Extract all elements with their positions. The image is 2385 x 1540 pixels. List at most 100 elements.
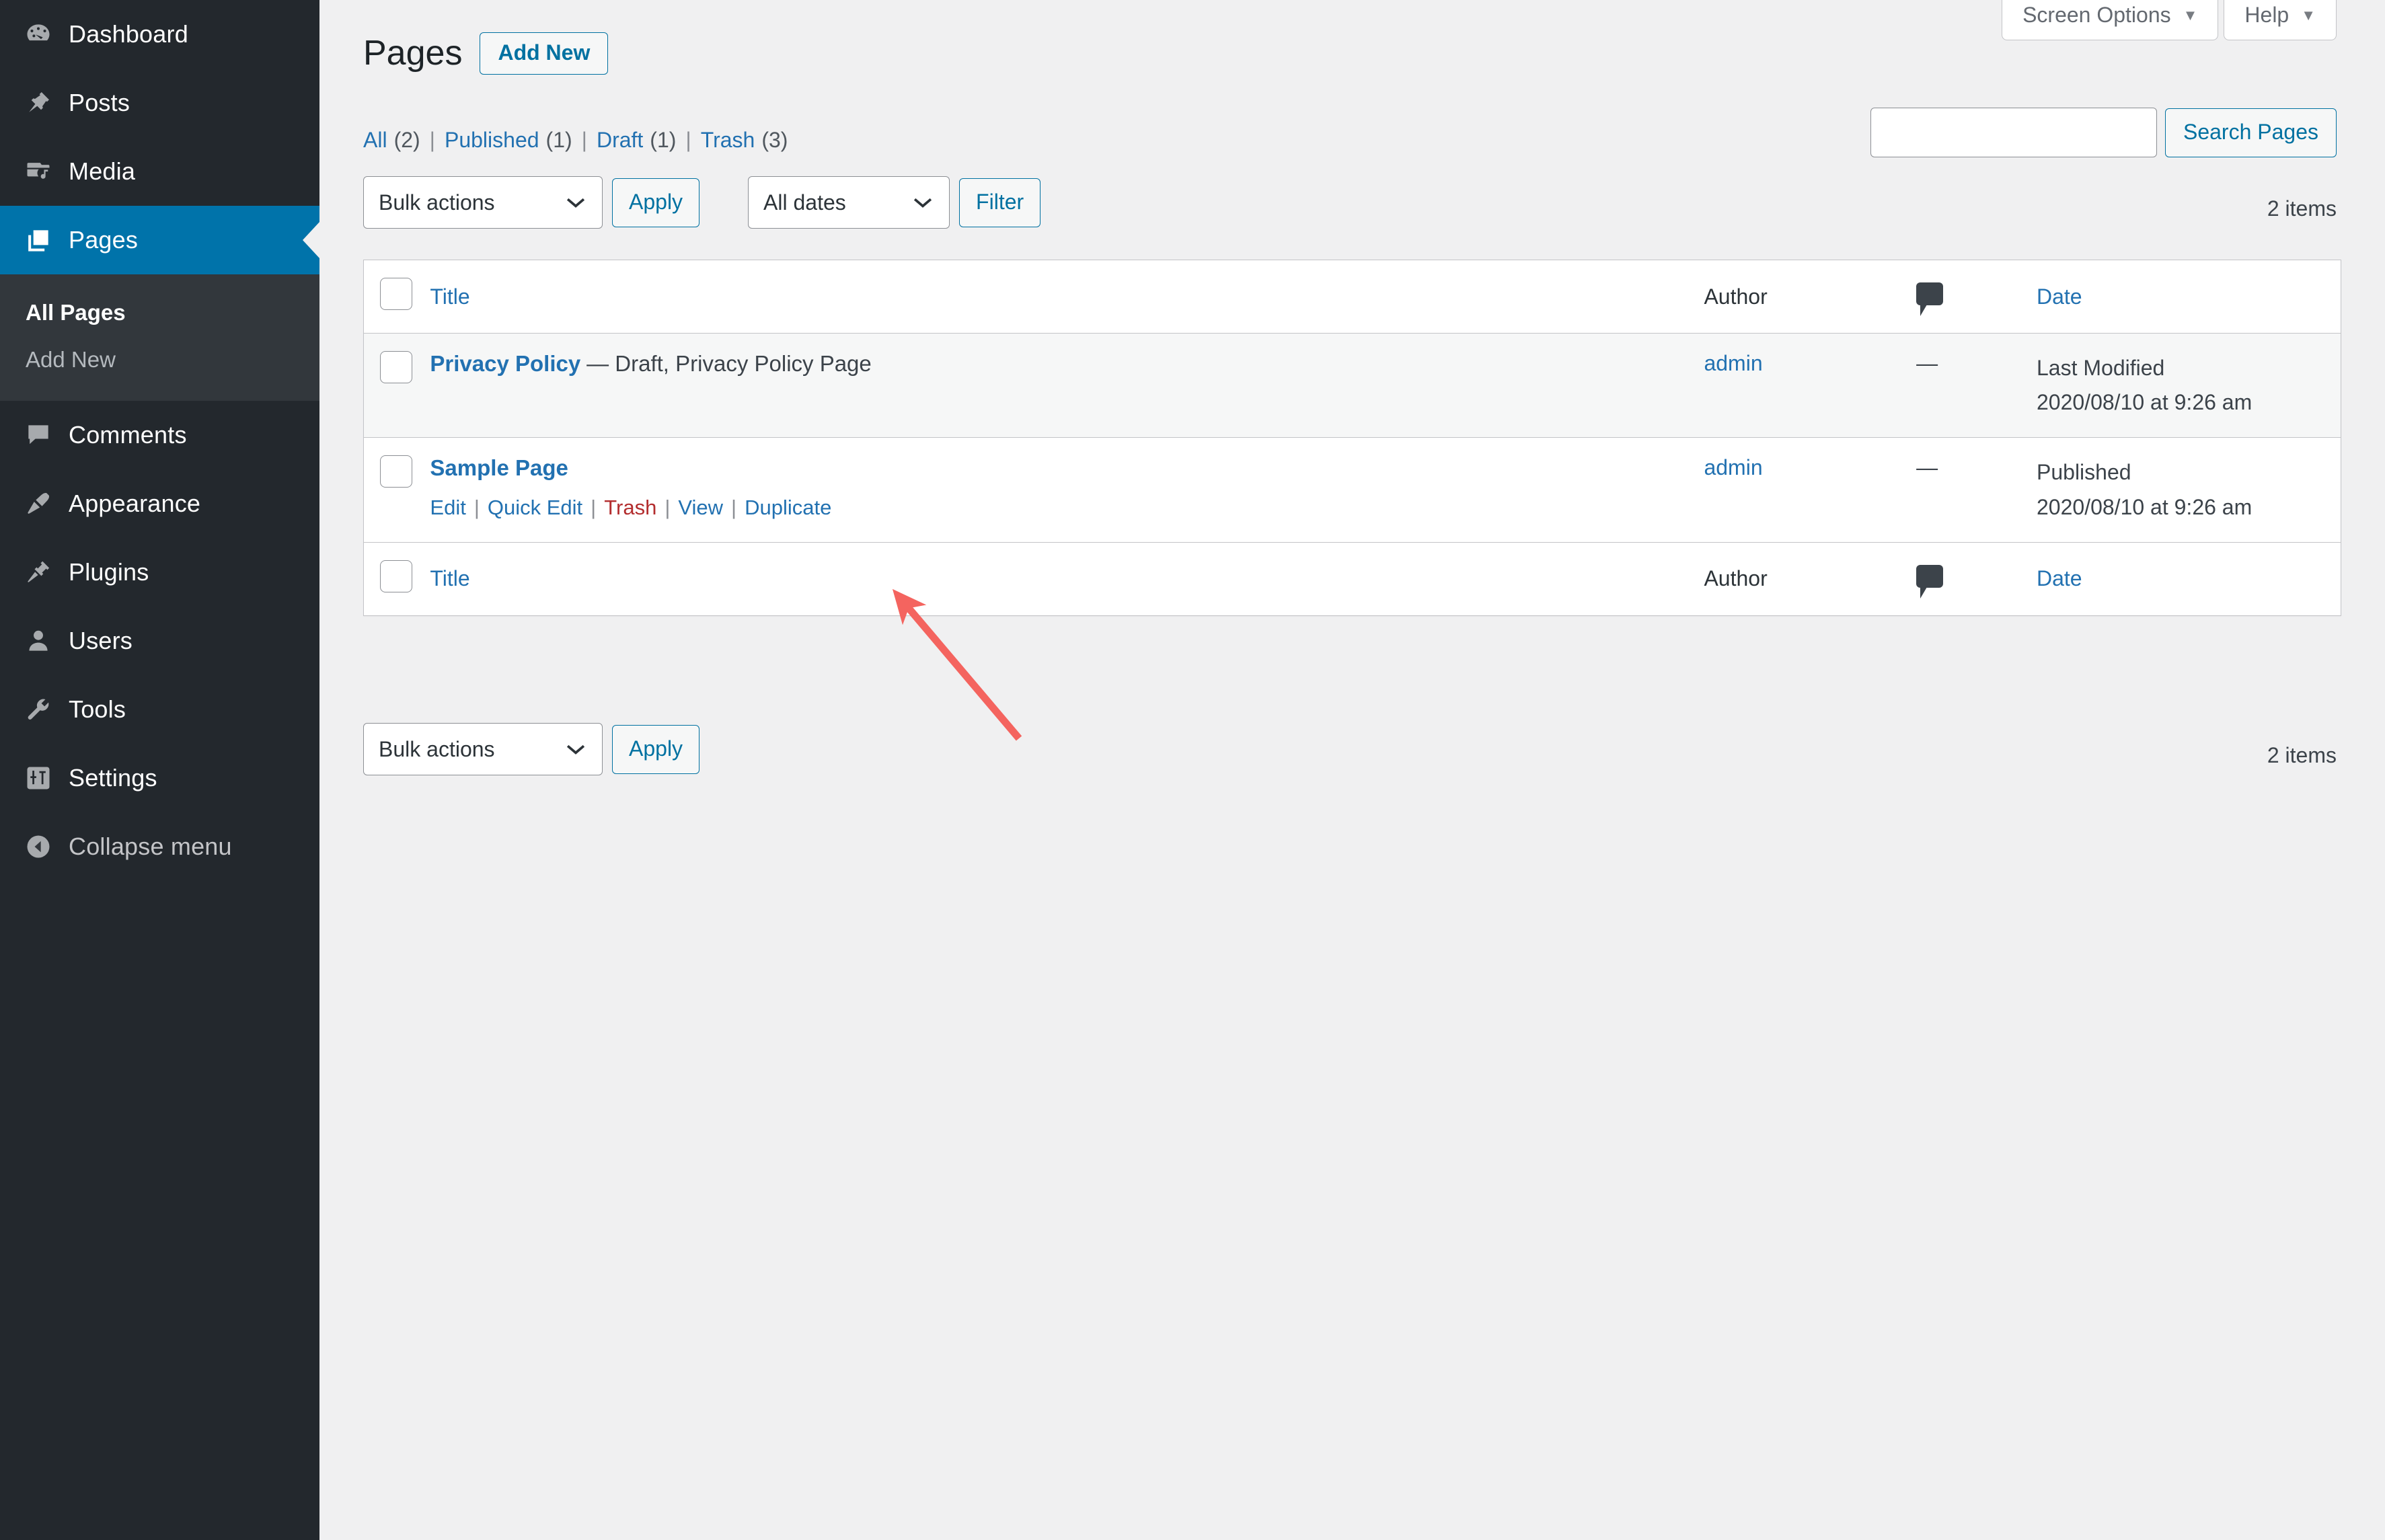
tablenav-actions-top: Bulk actions Apply All dates Filter	[363, 176, 1041, 229]
sort-title-link[interactable]: Title	[430, 284, 469, 309]
sidebar-item-label: Appearance	[69, 490, 201, 517]
view-separator: |	[429, 128, 435, 152]
row-comment-count: —	[1916, 351, 1938, 375]
row-checkbox-cell	[364, 438, 430, 542]
row-select-checkbox[interactable]	[380, 455, 412, 488]
column-footer-comments	[1916, 541, 2037, 616]
screen-options-button[interactable]: Screen Options ▼	[2002, 0, 2219, 40]
row-post-state: — Draft, Privacy Policy Page	[586, 351, 872, 376]
sidebar-item-label: Pages	[69, 226, 139, 254]
main-content: Screen Options ▼ Help ▼ Pages Add New Se…	[319, 0, 2385, 1540]
view-trash-count: (3)	[761, 128, 788, 152]
dashboard-icon	[17, 20, 59, 49]
sidebar-item-pages[interactable]: Pages	[0, 206, 319, 274]
apply-button-bottom[interactable]: Apply	[612, 724, 700, 774]
column-footer-date: Date	[2037, 541, 2341, 616]
sidebar-item-posts[interactable]: Posts	[0, 69, 319, 137]
select-all-checkbox[interactable]	[380, 278, 412, 310]
bulk-actions-select-top[interactable]: Bulk actions	[363, 176, 603, 229]
row-author-link[interactable]: admin	[1704, 455, 1762, 479]
row-title-cell: Sample Page Edit | Quick Edit | Trash | …	[430, 438, 1704, 542]
sidebar-item-label: Media	[69, 157, 136, 185]
screen-options-label: Screen Options	[2022, 3, 2171, 27]
row-select-checkbox[interactable]	[380, 351, 412, 383]
sidebar-item-label: Settings	[69, 764, 157, 792]
sidebar-subitem-all-pages[interactable]: All Pages	[0, 289, 319, 336]
tablenav-actions-bottom: Bulk actions Apply	[363, 723, 700, 775]
view-draft-link[interactable]: Draft	[597, 128, 643, 153]
sidebar-item-users[interactable]: Users	[0, 607, 319, 675]
column-header-title: Title	[430, 260, 1704, 334]
row-action-quick-edit[interactable]: Quick Edit	[488, 496, 582, 520]
sidebar-item-dashboard[interactable]: Dashboard	[0, 0, 319, 69]
row-date-value: 2020/08/10 at 9:26 am	[2037, 390, 2252, 415]
view-draft: Draft (1) |	[597, 128, 701, 153]
sidebar-subitem-label: Add New	[26, 347, 116, 372]
sidebar-subitem-add-new[interactable]: Add New	[0, 336, 319, 383]
displaying-num-top: 2 items	[2267, 196, 2337, 221]
column-footer-author: Author	[1704, 541, 1917, 616]
row-action-divider: |	[665, 496, 671, 520]
bulk-actions-value: Bulk actions	[379, 736, 495, 761]
row-action-divider: |	[591, 496, 597, 520]
sidebar-item-tools[interactable]: Tools	[0, 675, 319, 744]
sidebar-item-plugins[interactable]: Plugins	[0, 538, 319, 607]
sidebar-item-label: Plugins	[69, 558, 149, 586]
view-trash: Trash (3)	[701, 128, 788, 153]
brush-icon	[17, 489, 59, 518]
sidebar-item-settings[interactable]: Settings	[0, 744, 319, 812]
collapse-arrow-icon	[17, 832, 59, 861]
column-header-date: Date	[2037, 260, 2341, 334]
screen-meta-links: Screen Options ▼ Help ▼	[2002, 0, 2337, 40]
admin-sidebar: Dashboard Posts Media Pages All Pages Ad…	[0, 0, 319, 1540]
collapse-menu-button[interactable]: Collapse menu	[0, 812, 319, 881]
sidebar-item-appearance[interactable]: Appearance	[0, 469, 319, 538]
sidebar-item-media[interactable]: Media	[0, 137, 319, 206]
row-author-cell: admin	[1704, 333, 1917, 438]
row-title-link[interactable]: Sample Page	[430, 455, 568, 480]
add-new-button[interactable]: Add New	[480, 32, 609, 75]
row-title-link[interactable]: Privacy Policy	[430, 351, 580, 376]
table-foot: Title Author Date	[363, 541, 2341, 616]
chevron-down-icon: ▼	[2301, 6, 2316, 24]
search-input[interactable]	[1870, 108, 2157, 157]
view-all-link[interactable]: All	[363, 128, 387, 153]
wrench-icon	[17, 695, 59, 724]
sidebar-subitem-label: All Pages	[26, 300, 126, 325]
settings-icon	[17, 763, 59, 793]
row-action-edit[interactable]: Edit	[430, 496, 465, 520]
help-button[interactable]: Help ▼	[2224, 0, 2337, 40]
filter-button[interactable]: Filter	[959, 178, 1041, 227]
comment-bubble-icon	[1916, 282, 1944, 316]
sort-title-link-footer[interactable]: Title	[430, 566, 469, 590]
comments-icon	[17, 420, 59, 450]
plugin-icon	[17, 557, 59, 587]
date-filter-value: All dates	[763, 190, 846, 215]
apply-button-top[interactable]: Apply	[612, 178, 700, 227]
row-action-trash[interactable]: Trash	[604, 496, 656, 520]
collapse-menu-label: Collapse menu	[69, 833, 232, 860]
row-date-status: Last Modified	[2037, 356, 2165, 380]
column-header-author: Author	[1704, 260, 1917, 334]
row-action-view[interactable]: View	[678, 496, 723, 520]
view-trash-link[interactable]: Trash	[701, 128, 755, 153]
row-action-duplicate[interactable]: Duplicate	[745, 496, 831, 520]
bulk-actions-select-bottom[interactable]: Bulk actions	[363, 723, 603, 775]
row-comment-count: —	[1916, 455, 1938, 480]
date-filter-select[interactable]: All dates	[748, 176, 950, 229]
sort-date-link-footer[interactable]: Date	[2037, 566, 2082, 590]
row-date-cell: Published 2020/08/10 at 9:26 am	[2037, 438, 2341, 542]
row-date-cell: Last Modified 2020/08/10 at 9:26 am	[2037, 333, 2341, 438]
comment-bubble-icon	[1916, 564, 1944, 599]
view-published-link[interactable]: Published	[445, 128, 539, 153]
row-date-status: Published	[2037, 460, 2131, 485]
select-all-checkbox-footer[interactable]	[380, 560, 412, 592]
sort-date-link[interactable]: Date	[2037, 284, 2082, 309]
table-header-row: Title Author Date	[363, 260, 2341, 334]
page-title: Pages	[363, 33, 463, 73]
sidebar-item-comments[interactable]: Comments	[0, 401, 319, 469]
row-author-link[interactable]: admin	[1704, 351, 1762, 375]
search-pages-button[interactable]: Search Pages	[2164, 108, 2337, 157]
row-title-cell: Privacy Policy — Draft, Privacy Policy P…	[430, 333, 1704, 438]
sidebar-item-label: Posts	[69, 89, 130, 116]
